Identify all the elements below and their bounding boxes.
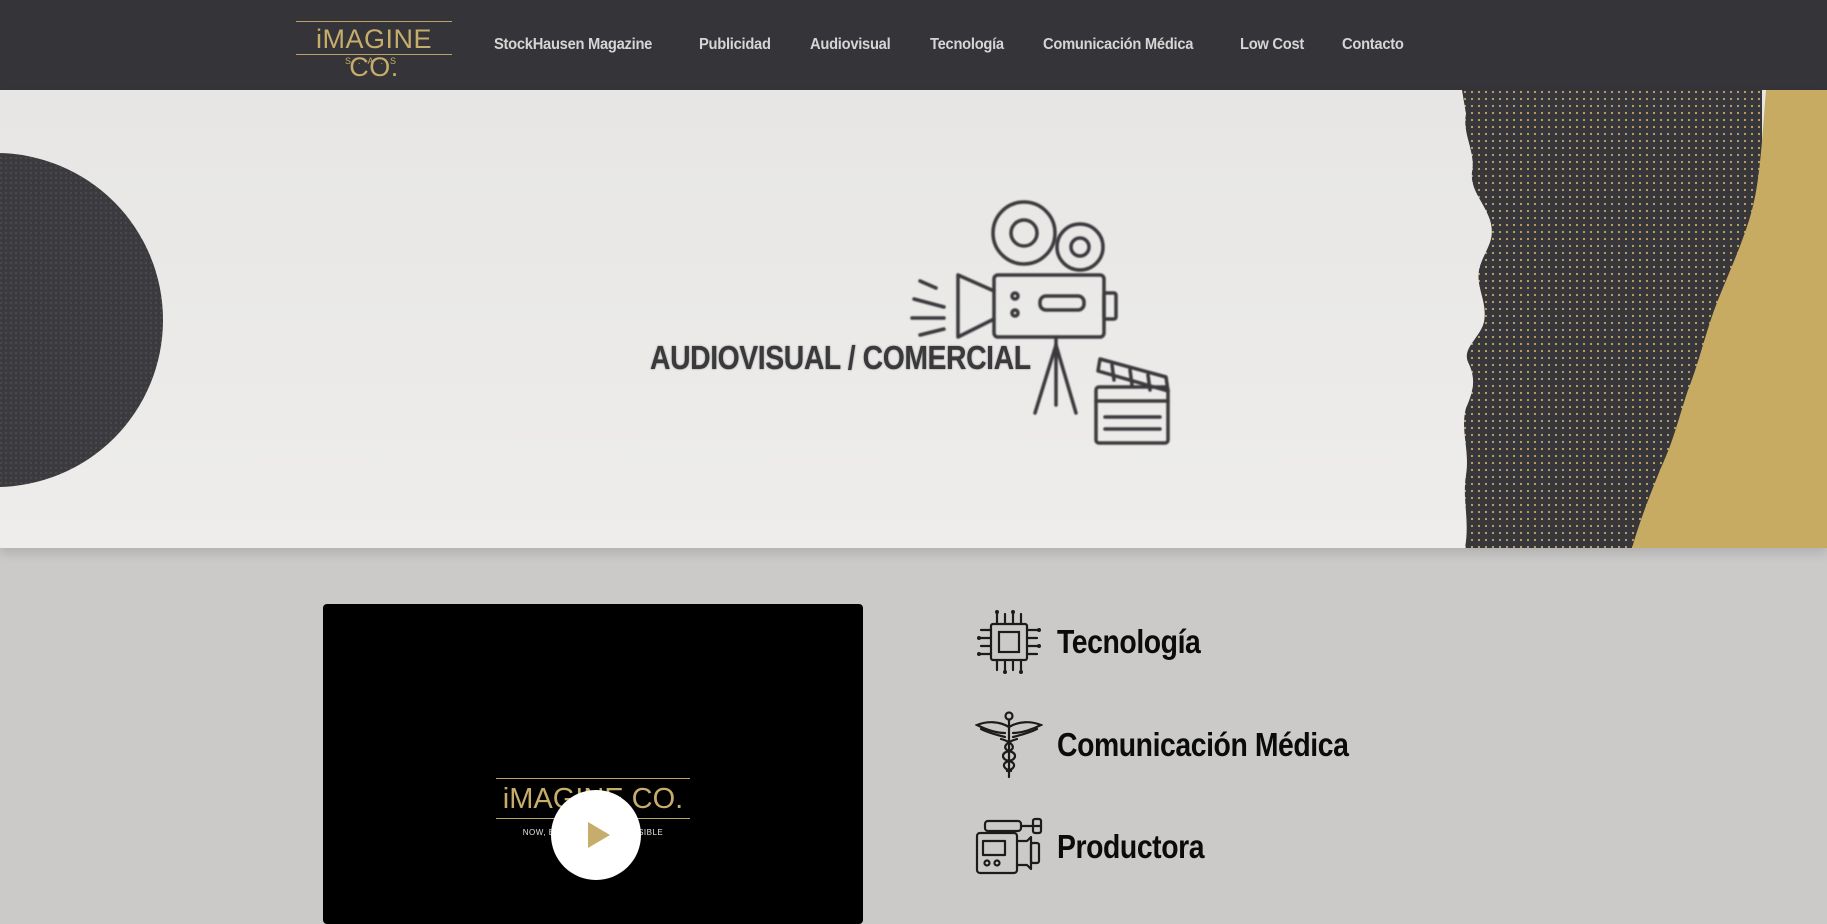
video-logo-rule-top — [496, 778, 690, 779]
chip-icon — [977, 610, 1041, 674]
service-label: Tecnología — [1057, 623, 1201, 660]
video-player[interactable]: iMAGINE CO. NOW, EVERYTHING IS POSSIBLE — [323, 604, 863, 924]
logo-rule-top — [296, 21, 452, 22]
main-nav: StockHausen Magazine Publicidad Audiovis… — [494, 34, 1409, 56]
nav-item-comunicacion-medica[interactable]: Comunicación Médica — [1043, 34, 1193, 56]
left-texture-circle — [0, 153, 163, 487]
service-label: Comunicación Médica — [1057, 726, 1349, 763]
video-camera-icon — [975, 817, 1043, 875]
nav-item-audiovisual[interactable]: Audiovisual — [810, 34, 891, 56]
logo-wordmark: iMAGINE CO. — [315, 24, 432, 82]
site-header: iMAGINE CO. S.A.S StockHausen Magazine P… — [0, 0, 1827, 90]
logo-subtitle: S.A.S — [344, 56, 403, 66]
logo-rule-bottom — [296, 54, 452, 55]
site-logo[interactable]: iMAGINE CO. S.A.S — [292, 18, 456, 81]
service-item-comunicacion-medica[interactable]: Comunicación Médica — [975, 711, 1395, 783]
nav-item-low-cost[interactable]: Low Cost — [1240, 34, 1304, 56]
nav-item-publicidad[interactable]: Publicidad — [699, 34, 771, 56]
play-icon — [588, 822, 610, 848]
nav-item-stockhausen-magazine[interactable]: StockHausen Magazine — [494, 34, 652, 56]
service-label: Productora — [1057, 828, 1205, 865]
caduceus-icon — [975, 711, 1043, 779]
film-camera-and-clapperboard-icon — [910, 200, 1170, 445]
play-button[interactable] — [551, 790, 641, 880]
hero-banner: AUDIOVISUAL / COMERCIAL — [0, 90, 1827, 548]
service-item-tecnologia[interactable]: Tecnología — [975, 608, 1395, 680]
nav-item-contacto[interactable]: Contacto — [1342, 34, 1404, 56]
service-item-productora[interactable]: Productora — [975, 813, 1395, 885]
nav-item-tecnologia[interactable]: Tecnología — [930, 34, 1004, 56]
